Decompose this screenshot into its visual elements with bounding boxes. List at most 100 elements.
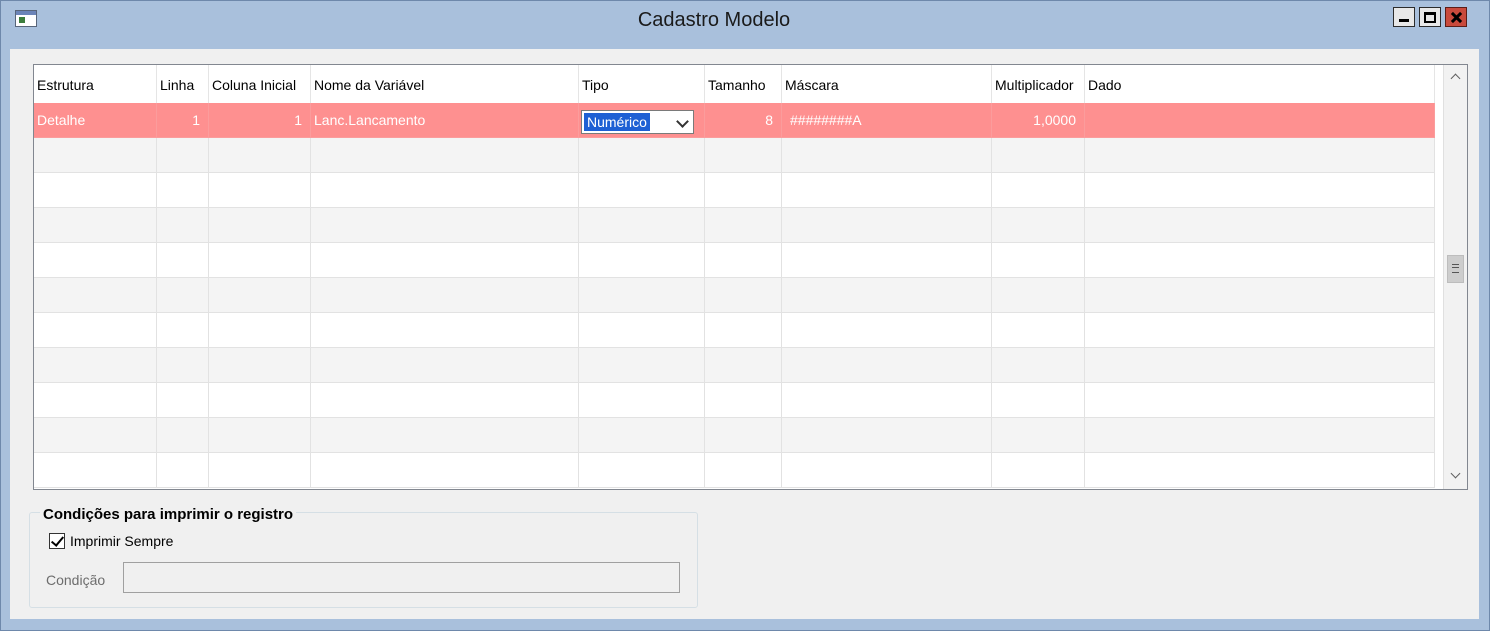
maximize-button[interactable] [1419, 7, 1441, 27]
grid-cell[interactable] [1085, 208, 1435, 243]
grid-cell[interactable] [705, 138, 782, 173]
grid-cell[interactable] [579, 243, 705, 278]
grid-cell[interactable] [311, 278, 579, 313]
tipo-dropdown[interactable]: Numérico [581, 110, 694, 134]
cell-mascara[interactable]: ########A [782, 103, 992, 138]
grid-cell[interactable] [209, 348, 311, 383]
grid-cell[interactable] [579, 313, 705, 348]
grid-cell[interactable] [157, 208, 209, 243]
grid-cell[interactable] [34, 453, 157, 488]
grid-cell[interactable] [311, 453, 579, 488]
grid-cell[interactable] [1085, 173, 1435, 208]
grid-cell[interactable] [782, 278, 992, 313]
grid-cell[interactable] [782, 138, 992, 173]
grid-cell[interactable] [1085, 418, 1435, 453]
grid-cell[interactable] [209, 208, 311, 243]
table-row[interactable] [34, 348, 1435, 383]
grid-cell[interactable] [157, 138, 209, 173]
grid-cell[interactable] [157, 278, 209, 313]
grid-cell[interactable] [1085, 313, 1435, 348]
grid-cell[interactable] [705, 453, 782, 488]
grid-cell[interactable] [209, 138, 311, 173]
column-header-tipo[interactable]: Tipo [579, 65, 705, 103]
grid-cell[interactable] [782, 418, 992, 453]
grid-cell[interactable] [782, 453, 992, 488]
grid-cell[interactable] [579, 418, 705, 453]
grid-cell[interactable] [34, 418, 157, 453]
grid-cell[interactable] [579, 208, 705, 243]
grid-cell[interactable] [705, 383, 782, 418]
grid-cell[interactable] [705, 243, 782, 278]
grid-cell[interactable] [992, 348, 1085, 383]
table-row[interactable] [34, 208, 1435, 243]
grid-cell[interactable] [705, 348, 782, 383]
table-row[interactable] [34, 243, 1435, 278]
grid-cell[interactable] [579, 278, 705, 313]
table-row[interactable] [34, 173, 1435, 208]
table-row[interactable] [34, 383, 1435, 418]
grid-cell[interactable] [209, 418, 311, 453]
grid-cell[interactable] [209, 383, 311, 418]
grid-cell[interactable] [34, 243, 157, 278]
table-row-selected[interactable]: Detalhe 1 1 Lanc.Lancamento 8 ########A … [34, 103, 1435, 138]
scroll-thumb[interactable] [1447, 255, 1464, 283]
cell-multiplicador[interactable]: 1,0000 [992, 103, 1085, 138]
grid-cell[interactable] [209, 243, 311, 278]
grid-cell[interactable] [579, 138, 705, 173]
grid-cell[interactable] [992, 313, 1085, 348]
grid-cell[interactable] [992, 278, 1085, 313]
print-always-checkbox[interactable] [49, 533, 65, 549]
grid-cell[interactable] [782, 313, 992, 348]
grid-cell[interactable] [311, 243, 579, 278]
grid-cell[interactable] [34, 278, 157, 313]
grid-cell[interactable] [992, 383, 1085, 418]
fields-grid[interactable]: Estrutura Linha Coluna Inicial Nome da V… [33, 64, 1468, 490]
grid-cell[interactable] [157, 173, 209, 208]
grid-cell[interactable] [705, 278, 782, 313]
grid-cell[interactable] [579, 383, 705, 418]
vertical-scrollbar[interactable] [1443, 65, 1467, 489]
grid-cell[interactable] [1085, 453, 1435, 488]
grid-cell[interactable] [1085, 348, 1435, 383]
grid-cell[interactable] [209, 453, 311, 488]
grid-cell[interactable] [782, 243, 992, 278]
table-row[interactable] [34, 278, 1435, 313]
grid-cell[interactable] [992, 243, 1085, 278]
grid-cell[interactable] [34, 173, 157, 208]
table-row[interactable] [34, 453, 1435, 488]
grid-cell[interactable] [34, 138, 157, 173]
grid-cell[interactable] [992, 208, 1085, 243]
grid-cell[interactable] [1085, 278, 1435, 313]
grid-cell[interactable] [782, 208, 992, 243]
grid-cell[interactable] [992, 418, 1085, 453]
chevron-down-icon[interactable] [676, 115, 689, 128]
grid-cell[interactable] [34, 383, 157, 418]
grid-cell[interactable] [34, 348, 157, 383]
condition-input[interactable] [123, 562, 680, 593]
grid-cell[interactable] [992, 453, 1085, 488]
table-row[interactable] [34, 313, 1435, 348]
grid-cell[interactable] [311, 173, 579, 208]
grid-cell[interactable] [34, 313, 157, 348]
grid-cell[interactable] [1085, 243, 1435, 278]
cell-dado[interactable] [1085, 103, 1435, 138]
grid-cell[interactable] [705, 173, 782, 208]
grid-cell[interactable] [311, 383, 579, 418]
grid-cell[interactable] [579, 348, 705, 383]
cell-estrutura[interactable]: Detalhe [34, 103, 157, 138]
grid-cell[interactable] [209, 278, 311, 313]
cell-nome-variavel[interactable]: Lanc.Lancamento [311, 103, 579, 138]
grid-cell[interactable] [311, 348, 579, 383]
grid-cell[interactable] [1085, 138, 1435, 173]
column-header-mascara[interactable]: Máscara [782, 65, 992, 103]
scroll-up-icon[interactable] [1447, 69, 1464, 86]
minimize-button[interactable] [1393, 7, 1415, 27]
grid-cell[interactable] [782, 173, 992, 208]
grid-cell[interactable] [705, 313, 782, 348]
cell-tamanho[interactable]: 8 [705, 103, 782, 138]
grid-cell[interactable] [579, 173, 705, 208]
grid-cell[interactable] [782, 348, 992, 383]
title-bar[interactable]: Cadastro Modelo [1, 1, 1489, 35]
grid-cell[interactable] [311, 208, 579, 243]
column-header-coluna-inicial[interactable]: Coluna Inicial [209, 65, 311, 103]
